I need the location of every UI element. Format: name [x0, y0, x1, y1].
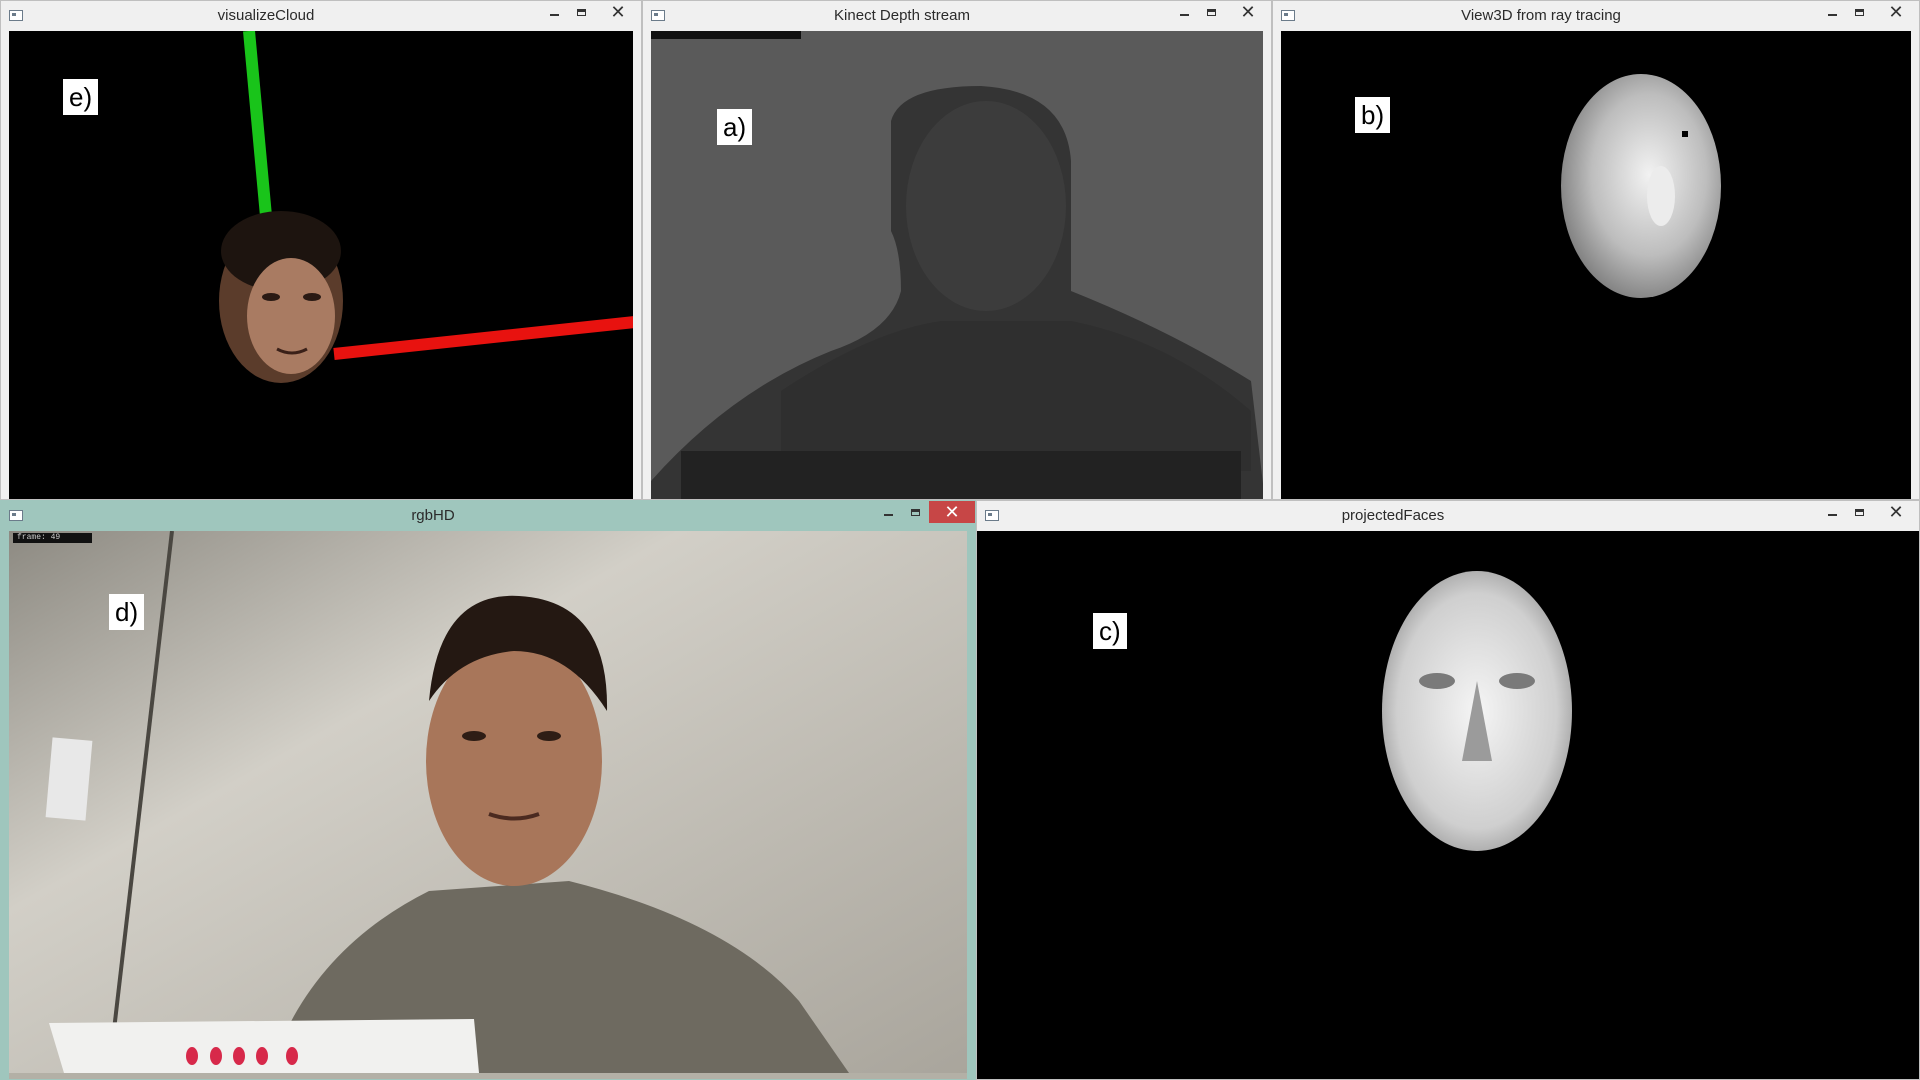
minimize-button[interactable] [1819, 501, 1846, 523]
right-eye [537, 731, 561, 741]
titlebar[interactable]: visualizeCloud ✕ [1, 1, 641, 31]
left-eye [262, 293, 280, 301]
rgb-frame [9, 531, 967, 1073]
close-button[interactable]: ✕ [1873, 1, 1919, 23]
window-title: projectedFaces [1341, 507, 1445, 524]
window-view3d[interactable]: View3D from ray tracing ✕ b) [1272, 0, 1920, 500]
window-projected-faces[interactable]: projectedFaces ✕ c) [976, 500, 1920, 1080]
maximize-icon [1207, 8, 1216, 16]
led [233, 1047, 245, 1065]
window-menu-icon[interactable] [9, 510, 23, 521]
panel-label-b: b) [1355, 97, 1391, 133]
minimize-button[interactable] [1819, 1, 1846, 23]
minimize-icon [550, 14, 559, 16]
paper-sheet [49, 1019, 479, 1073]
close-icon: ✕ [1240, 2, 1256, 22]
close-button[interactable]: ✕ [1225, 1, 1271, 23]
panel-label-c: c) [1093, 613, 1127, 649]
top-bar [651, 31, 801, 39]
window-visualize-cloud[interactable]: visualizeCloud ✕ e) [0, 0, 642, 500]
maximize-icon [1855, 508, 1864, 516]
mesh-left-eye [1419, 673, 1455, 689]
close-button[interactable]: ✕ [595, 1, 641, 23]
titlebar[interactable]: Kinect Depth stream ✕ [643, 1, 1271, 31]
close-icon: ✕ [944, 502, 960, 522]
right-eye [303, 293, 321, 301]
titlebar[interactable]: View3D from ray tracing ✕ [1273, 1, 1919, 31]
minimize-icon [1828, 14, 1837, 16]
window-menu-icon[interactable] [9, 10, 23, 21]
maximize-button[interactable] [568, 1, 595, 23]
point-cloud-scene [219, 31, 633, 383]
minimize-icon [1180, 14, 1189, 16]
frame-counter: frame: 49 [13, 533, 92, 543]
x-axis-red [333, 316, 633, 360]
panel-label-e: e) [63, 79, 99, 115]
point-cloud-view[interactable]: e) [9, 31, 633, 499]
window-rgbhd[interactable]: rgbHD ✕ frame: 49 d) [0, 500, 976, 1080]
face-depth [906, 101, 1066, 311]
head-surface [1561, 74, 1721, 298]
led [286, 1047, 298, 1065]
nose [1647, 166, 1675, 226]
close-icon: ✕ [1888, 502, 1904, 522]
window-title: visualizeCloud [217, 7, 315, 24]
mesh-right-eye [1499, 673, 1535, 689]
minimize-icon [1828, 514, 1837, 516]
led [210, 1047, 222, 1065]
window-title: rgbHD [411, 507, 455, 524]
rgb-camera-view[interactable]: frame: 49 d) [9, 531, 967, 1079]
depth-view[interactable]: a) [651, 31, 1263, 499]
window-menu-icon[interactable] [651, 10, 665, 21]
maximize-icon [1855, 8, 1864, 16]
depth-image [651, 31, 1263, 499]
maximize-button[interactable] [902, 501, 929, 523]
window-kinect-depth[interactable]: Kinect Depth stream ✕ a) [642, 0, 1272, 500]
window-title: Kinect Depth stream [834, 7, 970, 24]
maximize-button[interactable] [1846, 1, 1873, 23]
close-icon: ✕ [610, 2, 626, 22]
y-axis-green [243, 31, 273, 228]
face [247, 258, 335, 374]
window-title: View3D from ray tracing [1461, 7, 1621, 24]
wall-notice [45, 737, 93, 821]
close-button[interactable]: ✕ [929, 501, 975, 523]
maximize-icon [577, 8, 586, 16]
specular-dot [1682, 131, 1688, 137]
minimize-button[interactable] [875, 501, 902, 523]
titlebar[interactable]: rgbHD ✕ [1, 501, 975, 531]
left-eye [462, 731, 486, 741]
minimize-button[interactable] [541, 1, 568, 23]
maximize-button[interactable] [1846, 501, 1873, 523]
panel-label-a: a) [717, 109, 753, 145]
window-menu-icon[interactable] [1281, 10, 1295, 21]
panel-label-d: d) [109, 594, 145, 630]
window-menu-icon[interactable] [985, 510, 999, 521]
close-button[interactable]: ✕ [1873, 501, 1919, 523]
titlebar[interactable]: projectedFaces ✕ [977, 501, 1919, 531]
maximize-button[interactable] [1198, 1, 1225, 23]
raytrace-view[interactable]: b) [1281, 31, 1911, 499]
led [186, 1047, 198, 1065]
projected-faces-view[interactable]: c) [977, 531, 1919, 1079]
close-icon: ✕ [1888, 2, 1904, 22]
minimize-icon [884, 514, 893, 516]
maximize-icon [911, 508, 920, 516]
bottom-strip [681, 451, 1241, 499]
minimize-button[interactable] [1171, 1, 1198, 23]
led [256, 1047, 268, 1065]
